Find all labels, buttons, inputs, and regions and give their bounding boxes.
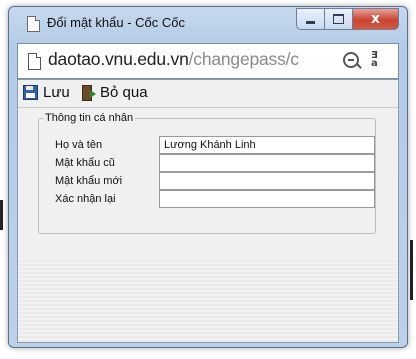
old-password-label: Mật khẩu cũ [55,157,115,169]
url-text[interactable]: daotao.vnu.edu.vn/changepass/c [48,49,338,70]
fullname-field[interactable] [159,136,375,154]
form-row-new-password: Mật khẩu mới [55,172,375,190]
form-row-confirm-password: Xác nhận lại [55,190,375,208]
form-row-old-password: Mật khẩu cũ [55,154,375,172]
toolbar-divider [18,107,398,108]
cancel-button[interactable]: Bỏ qua [82,84,148,101]
background-stroke [0,200,3,230]
window-title: Đổi mật khẩu - Cốc Cốc [47,15,185,30]
window-controls: x [296,8,399,30]
personal-info-fieldset: Thông tin cá nhân Họ và tên Mật khẩu cũ … [38,112,376,234]
page-icon [27,16,40,32]
form-row-fullname: Họ và tên [55,136,375,154]
save-icon [23,85,38,100]
close-button[interactable]: x [352,8,399,30]
new-password-label: Mật khẩu mới [55,175,123,187]
translate-icon[interactable]: Ǝa [371,51,387,69]
maximize-icon [333,14,344,24]
url-domain: daotao.vnu.edu.vn [48,49,189,69]
fieldset-legend: Thông tin cá nhân [45,112,134,124]
zoom-out-icon[interactable] [343,52,359,68]
confirm-password-label: Xác nhận lại [55,193,116,205]
address-bar[interactable]: daotao.vnu.edu.vn/changepass/c Ǝa [17,43,399,79]
exit-icon [82,85,96,101]
background-stroke [410,240,413,300]
new-password-field[interactable] [159,172,375,190]
old-password-field[interactable] [159,154,375,172]
confirm-password-field[interactable] [159,190,375,208]
page-content: Lưu Bỏ qua Thông tin cá nhân Họ và tên M… [17,79,399,343]
minimize-button[interactable] [296,8,325,30]
maximize-button[interactable] [324,8,353,30]
page-icon [28,53,41,70]
browser-popup-window: Đổi mật khẩu - Cốc Cốc x daotao.vnu.edu.… [8,6,408,348]
minimize-icon [306,20,315,24]
save-label: Lưu [43,84,70,101]
toolbar: Lưu Bỏ qua [18,80,398,106]
fullname-label: Họ và tên [55,139,103,151]
url-path: /changepass/c [188,49,299,69]
title-bar[interactable]: Đổi mật khẩu - Cốc Cốc x [9,7,407,41]
content-background [18,258,398,342]
cancel-label: Bỏ qua [100,84,148,101]
save-button[interactable]: Lưu [23,84,70,101]
close-icon: x [370,11,381,27]
